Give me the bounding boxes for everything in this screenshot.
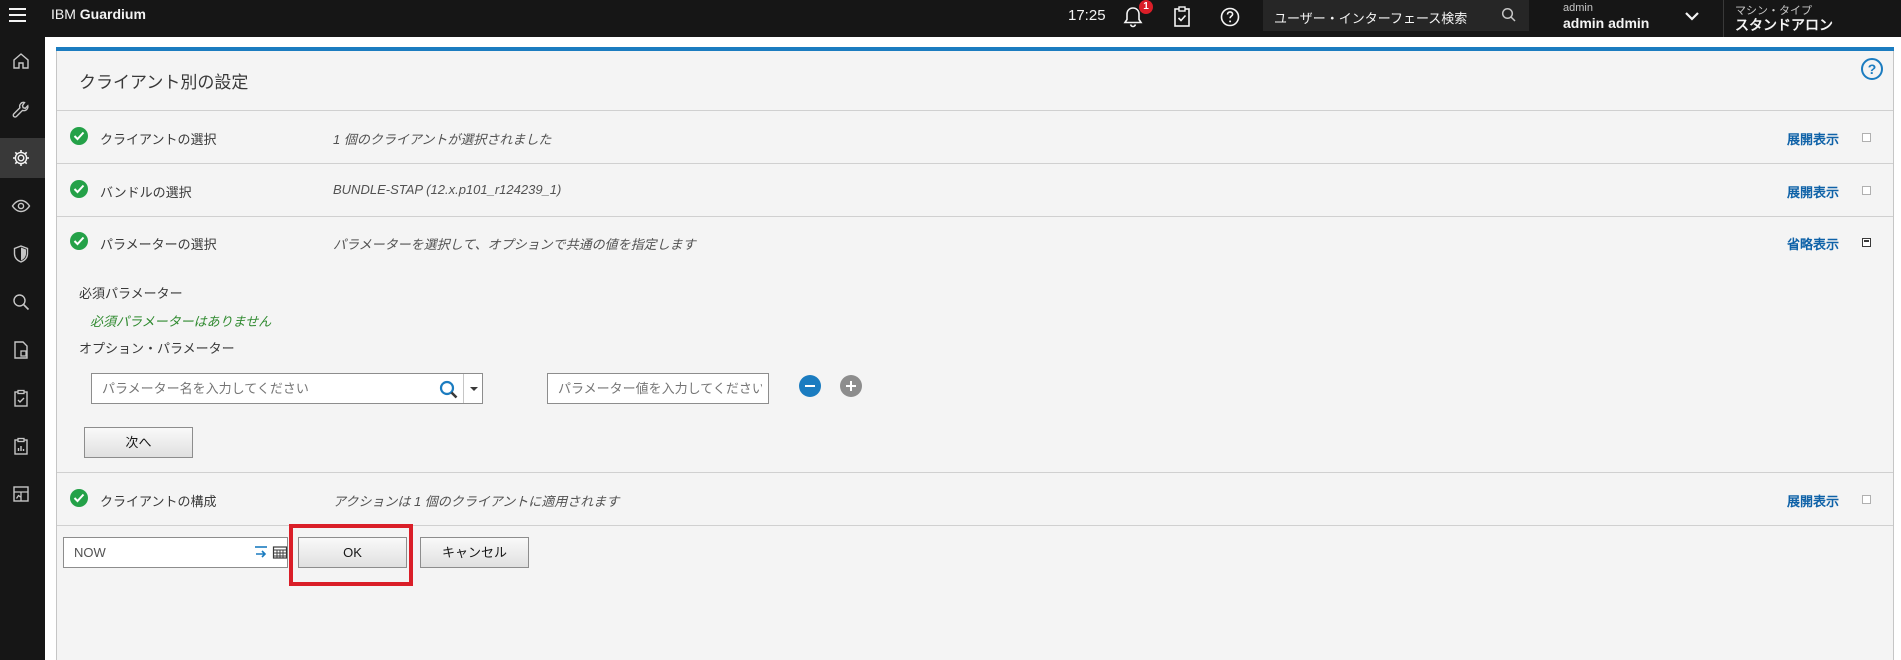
page-title: クライアント別の設定 bbox=[79, 73, 249, 92]
step-description: アクションは 1 個のクライアントに適用されます bbox=[333, 494, 620, 509]
nav-dashboard[interactable] bbox=[0, 474, 45, 514]
todo-list-icon[interactable] bbox=[1170, 4, 1194, 30]
clock-time: 17:25 bbox=[1068, 7, 1106, 24]
collapse-square-icon[interactable] bbox=[1862, 238, 1871, 247]
eye-icon bbox=[11, 199, 31, 213]
product-name: IBM Guardium bbox=[51, 6, 146, 22]
check-circle-icon bbox=[70, 127, 88, 145]
nav-discover[interactable] bbox=[0, 186, 45, 226]
help-icon[interactable]: ? bbox=[1861, 58, 1883, 80]
side-navigation bbox=[0, 37, 45, 660]
ui-search-placeholder: ユーザー・インターフェース検索 bbox=[1274, 11, 1468, 26]
notification-badge: 1 bbox=[1139, 0, 1153, 14]
audit-icon bbox=[14, 437, 28, 455]
expand-link[interactable]: 展開表示 bbox=[1787, 129, 1839, 148]
magnifier-icon[interactable] bbox=[438, 379, 460, 401]
collapse-link[interactable]: 省略表示 bbox=[1787, 234, 1839, 253]
machine-type-value: スタンドアロン bbox=[1735, 17, 1833, 33]
shield-icon bbox=[13, 245, 29, 263]
user-name[interactable]: admin admin bbox=[1563, 15, 1649, 31]
clipboard-icon bbox=[14, 389, 28, 407]
user-label: admin bbox=[1563, 2, 1593, 14]
expand-square-icon[interactable] bbox=[1862, 133, 1871, 142]
check-circle-icon bbox=[70, 489, 88, 507]
step-label: バンドルの選択 bbox=[100, 185, 192, 200]
expand-square-icon[interactable] bbox=[1862, 495, 1871, 504]
home-icon bbox=[13, 53, 29, 69]
nav-home[interactable] bbox=[0, 41, 45, 81]
help-icon[interactable] bbox=[1218, 4, 1242, 30]
report-icon bbox=[14, 341, 28, 359]
nav-protect[interactable] bbox=[0, 234, 45, 274]
chevron-down-icon[interactable] bbox=[1684, 10, 1700, 22]
parameter-name-input[interactable] bbox=[102, 381, 422, 396]
step-label: クライアントの選択 bbox=[100, 132, 217, 147]
search-icon[interactable] bbox=[1501, 7, 1517, 23]
no-required-parameters-message: 必須パラメーターはありません bbox=[90, 314, 272, 329]
ok-button-highlight bbox=[289, 524, 413, 586]
expand-square-icon[interactable] bbox=[1862, 186, 1871, 195]
check-circle-icon bbox=[70, 232, 88, 250]
add-parameter-icon[interactable] bbox=[840, 375, 862, 397]
menu-icon[interactable] bbox=[9, 8, 26, 22]
top-bar: IBM Guardium 17:25 1 ユーザー・インターフェース検索 adm… bbox=[0, 0, 1901, 37]
schedule-time-field[interactable] bbox=[63, 537, 288, 568]
nav-audit[interactable] bbox=[0, 426, 45, 466]
cancel-button[interactable]: キャンセル bbox=[420, 537, 529, 568]
gear-icon bbox=[13, 150, 29, 166]
check-circle-icon bbox=[70, 180, 88, 198]
step-label: クライアントの構成 bbox=[100, 494, 217, 509]
nav-investigate[interactable] bbox=[0, 282, 45, 322]
search-icon bbox=[13, 294, 30, 311]
parameter-name-combobox[interactable] bbox=[91, 373, 483, 404]
step-description: BUNDLE-STAP (12.x.p101_r124239_1) bbox=[333, 182, 562, 197]
step-parameter-selection: パラメーターの選択 パラメーターを選択して、オプションで共通の値を指定します 省… bbox=[57, 217, 1893, 269]
expand-link[interactable]: 展開表示 bbox=[1787, 182, 1839, 201]
topbar-divider bbox=[1723, 0, 1724, 37]
arrow-right-icon[interactable] bbox=[253, 544, 269, 560]
wrench-icon bbox=[12, 101, 29, 118]
step-description: 1 個のクライアントが選択されました bbox=[333, 132, 552, 147]
parameter-value-input[interactable] bbox=[558, 381, 762, 396]
nav-manage[interactable] bbox=[0, 138, 45, 178]
step-description: パラメーターを選択して、オプションで共通の値を指定します bbox=[333, 237, 696, 252]
brand-name: Guardium bbox=[79, 6, 146, 22]
step-bundle-selection: バンドルの選択 BUNDLE-STAP (12.x.p101_r124239_1… bbox=[57, 164, 1893, 216]
expand-link[interactable]: 展開表示 bbox=[1787, 491, 1839, 510]
remove-parameter-icon[interactable] bbox=[799, 375, 821, 397]
schedule-time-input[interactable] bbox=[74, 545, 224, 560]
brand-prefix: IBM bbox=[51, 6, 76, 22]
step-client-configuration: クライアントの構成 アクションは 1 個のクライアントに適用されます 展開表示 bbox=[57, 473, 1893, 525]
nav-setup-tools[interactable] bbox=[0, 90, 45, 130]
step-label: パラメーターの選択 bbox=[100, 237, 217, 252]
optional-parameters-heading: オプション・パラメーター bbox=[79, 341, 235, 356]
step-client-selection: クライアントの選択 1 個のクライアントが選択されました 展開表示 bbox=[57, 111, 1893, 163]
ui-search-box[interactable]: ユーザー・インターフェース検索 bbox=[1263, 0, 1529, 31]
required-parameters-heading: 必須パラメーター bbox=[79, 286, 183, 301]
calendar-icon[interactable] bbox=[272, 544, 288, 560]
parameter-value-field[interactable] bbox=[547, 373, 769, 404]
dropdown-arrow-button[interactable] bbox=[463, 374, 483, 403]
nav-comply[interactable] bbox=[0, 330, 45, 370]
panel-accent-bar bbox=[56, 47, 1894, 51]
nav-reports[interactable] bbox=[0, 378, 45, 418]
next-button[interactable]: 次へ bbox=[84, 427, 193, 458]
dashboard-icon bbox=[13, 486, 29, 502]
